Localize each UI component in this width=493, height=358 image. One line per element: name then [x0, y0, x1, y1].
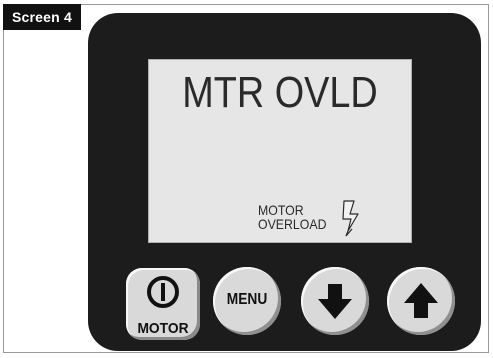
motor-button[interactable]: MOTOR [126, 268, 200, 340]
up-arrow-button[interactable] [387, 267, 455, 335]
motor-button-label: MOTOR [137, 320, 189, 337]
arrow-up-icon [404, 283, 438, 318]
menu-button-label: MENU [226, 291, 268, 308]
down-arrow-button[interactable] [301, 267, 369, 335]
lightning-bolt-icon [342, 200, 359, 237]
screen-label: Screen 4 [3, 4, 81, 30]
lcd-message-line-1: MOTOR [258, 202, 304, 218]
lcd-fault-code: MTR OVLD [182, 68, 378, 117]
power-icon [147, 276, 179, 308]
lcd-message-line-2: OVERLOAD [258, 216, 327, 232]
lcd-display: MTR OVLD MOTOR OVERLOAD [148, 59, 412, 243]
menu-button[interactable]: MENU [213, 267, 281, 335]
arrow-down-icon [318, 284, 352, 319]
lcd-fault-message: MOTOR OVERLOAD [258, 203, 326, 231]
